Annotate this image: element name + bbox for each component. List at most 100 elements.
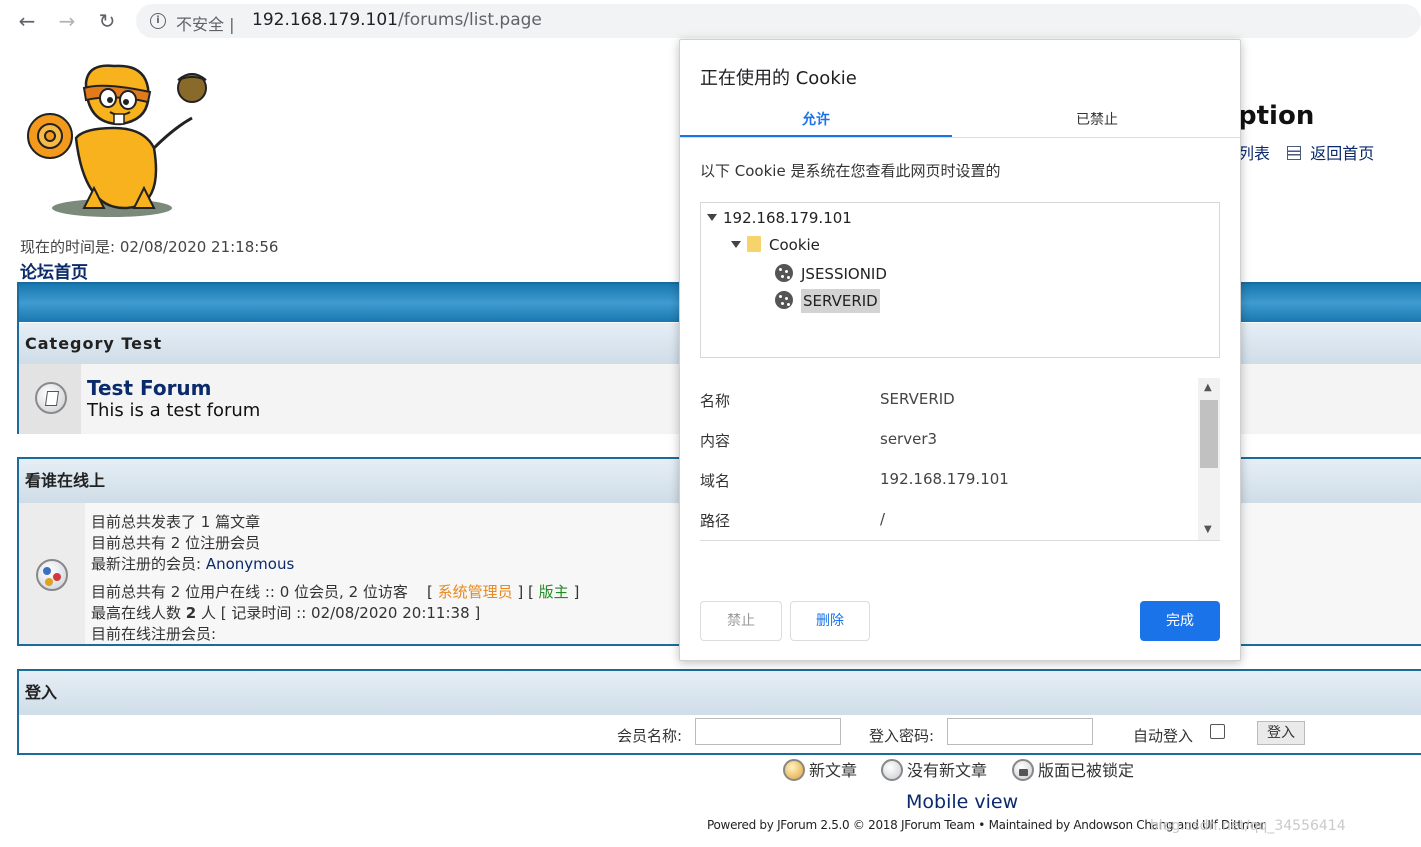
back-arrow-icon[interactable]: ← [14,8,40,34]
username-label: 会员名称: [617,727,683,745]
lock-icon [1012,759,1034,781]
tab-allowed[interactable]: 允许 [680,108,952,138]
forum-home-link[interactable]: 论坛首页 [20,258,88,283]
legend-moderator: 版主 [538,583,569,601]
detail-row-name: 名称 SERVERID [700,378,1200,418]
detail-key: 名称 [700,392,731,410]
dialog-title: 正在使用的 Cookie [700,68,857,89]
login-form: 会员名称: 登入密码: 自动登入 登入 [19,715,1421,753]
tree-folder-node[interactable]: Cookie [731,236,820,254]
cookies-dialog: 正在使用的 Cookie 允许 已禁止 以下 Cookie 是系统在您查看此网页… [679,39,1242,661]
legend-bracket-mid: ] [ [517,583,534,601]
tab-blocked[interactable]: 已禁止 [952,108,1242,138]
cookie-details: 名称 SERVERID 内容 server3 域名 192.168.179.10… [700,378,1220,540]
online-icon-cell [19,503,85,644]
no-new-posts-label: 没有新文章 [907,761,988,780]
legend-no-new-posts: 没有新文章 [881,757,987,781]
url-path: /forums/list.page [398,10,542,30]
tree-cookie-jsessionid[interactable]: JSESSIONID [775,264,887,283]
reload-icon[interactable]: ↻ [94,8,120,34]
detail-row-domain: 域名 192.168.179.101 [700,458,1200,498]
detail-value: SERVERID [880,390,955,408]
detail-row-content: 内容 server3 [700,418,1200,458]
auto-login-checkbox[interactable] [1210,724,1225,739]
total-posts-text: 目前总共发表了 1 篇文章 [91,513,261,531]
details-scrollbar[interactable]: ▲ ▼ [1198,378,1220,540]
url-text[interactable]: 192.168.179.101/forums/list.page [252,10,542,30]
url-host: 192.168.179.101 [252,10,399,30]
newest-member: 最新注册的会员: Anonymous [91,553,294,574]
detail-key: 内容 [700,432,731,450]
users-online-count: 目前总共有 2 位用户在线 :: 0 位会员, 2 位访客 [91,583,408,601]
done-button[interactable]: 完成 [1140,601,1220,641]
cookie-name-label-selected: SERVERID [801,289,880,313]
expand-arrow-icon[interactable] [707,214,717,221]
tree-cookie-serverid[interactable]: SERVERID [775,289,880,313]
login-button[interactable]: 登入 [1257,721,1305,745]
legend-admin: 系统管理员 [437,583,513,601]
newest-member-link[interactable]: Anonymous [206,555,294,573]
forum-description: This is a test forum [87,400,261,421]
new-posts-icon [783,759,805,781]
cookie-icon [775,264,793,282]
insecure-label[interactable]: 不安全 | [176,11,235,35]
mobile-view-link[interactable]: Mobile view [906,791,1018,813]
tree-host-label: 192.168.179.101 [723,209,852,227]
list-link[interactable]: 列表 [1238,144,1270,163]
delete-button[interactable]: 删除 [790,601,870,641]
address-bar[interactable]: i 不安全 | 192.168.179.101/forums/list.page [136,4,1421,38]
forum-folder-icon [35,382,67,414]
folder-icon [747,236,761,252]
block-button[interactable]: 禁止 [700,601,782,641]
scroll-down-icon[interactable]: ▼ [1204,524,1214,535]
online-members-text: 目前在线注册会员: [91,625,217,643]
page-heading-partial: ption [1238,101,1315,131]
cookie-icon [775,291,793,309]
detail-row-path: 路径 / [700,498,1200,538]
return-home-link[interactable]: 返回首页 [1310,144,1374,163]
forward-arrow-icon[interactable]: → [54,8,80,34]
new-posts-label: 新文章 [809,761,858,780]
newest-member-label: 最新注册的会员: [91,555,206,573]
current-time: 现在的时间是: 02/08/2020 21:18:56 [20,238,279,256]
auto-login-label: 自动登入 [1133,727,1194,745]
max-online-text: 最高在线人数 2 人 [ 记录时间 :: 02/08/2020 20:11:38… [91,602,480,623]
total-members-text: 目前总共有 2 位注册会员 [91,534,261,552]
password-input[interactable] [947,718,1093,745]
legend-bracket-open: [ [426,583,433,601]
login-panel: 登入 会员名称: 登入密码: 自动登入 登入 [17,669,1421,755]
legend-bracket-close: ] [573,583,580,601]
dialog-description: 以下 Cookie 是系统在您查看此网页时设置的 [700,162,1001,180]
password-label: 登入密码: [869,727,935,745]
locked-label: 版面已被锁定 [1038,761,1135,780]
detail-value: / [880,510,886,528]
tree-folder-label: Cookie [769,236,820,254]
max-online-label: 最高在线人数 [91,604,186,622]
users-online-text: 目前总共有 2 位用户在线 :: 0 位会员, 2 位访客 [ 系统管理员 ] … [91,581,579,602]
forum-title-link[interactable]: Test Forum [87,376,212,400]
no-new-posts-icon [881,759,903,781]
scroll-thumb[interactable] [1200,400,1218,468]
max-online-number: 2 [185,604,197,622]
home-page-icon [1287,146,1302,160]
expand-arrow-icon[interactable] [731,241,741,248]
top-links: 列表 返回首页 [1238,140,1374,164]
detail-key: 路径 [700,512,731,530]
scroll-up-icon[interactable]: ▲ [1204,382,1214,393]
cookie-name-label: JSESSIONID [801,265,887,283]
detail-value: 192.168.179.101 [880,470,1009,488]
info-icon[interactable]: i [150,13,166,29]
max-online-record: 人 [ 记录时间 :: 02/08/2020 20:11:38 ] [196,604,481,622]
jforum-logo[interactable] [24,58,214,222]
tree-host-node[interactable]: 192.168.179.101 [707,209,852,227]
browser-toolbar: ← → ↻ i 不安全 | 192.168.179.101/forums/lis… [0,0,1421,42]
forum-icon-cell [19,364,81,434]
detail-key: 域名 [700,472,731,490]
username-input[interactable] [695,718,841,745]
tab-divider [680,137,1242,138]
details-divider [700,540,1220,541]
login-panel-title: 登入 [19,671,1421,715]
legend-new-posts: 新文章 [783,757,857,781]
detail-value: server3 [880,430,938,448]
cookie-tree: 192.168.179.101 Cookie JSESSIONID SERVER… [700,202,1220,358]
